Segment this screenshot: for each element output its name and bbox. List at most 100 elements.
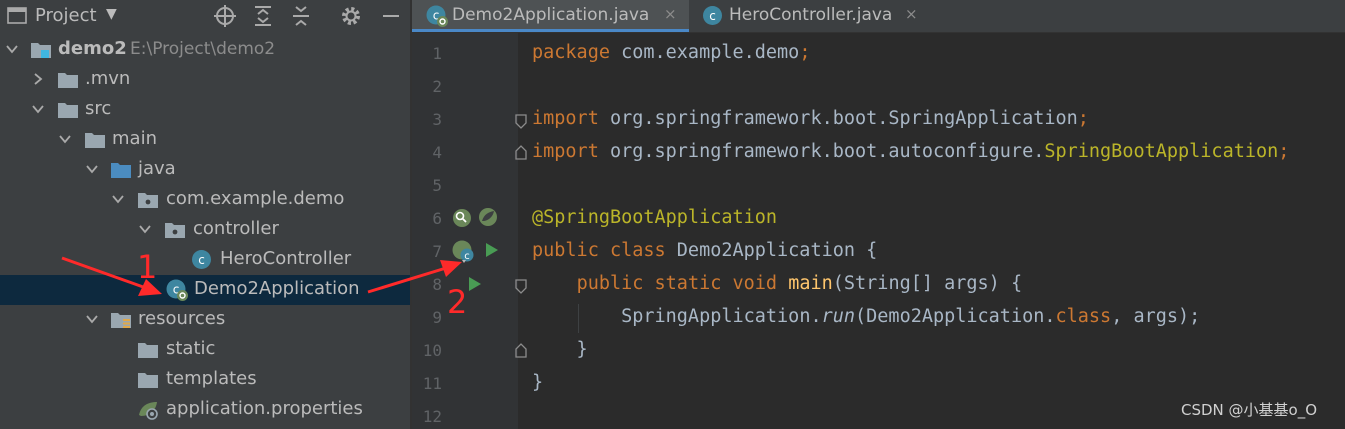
close-icon[interactable]: × (664, 5, 677, 23)
tree-item-label: src (85, 98, 112, 119)
spring-boot-class-icon: c (166, 279, 188, 301)
tree-item-label: main (112, 128, 157, 149)
keyword: public class (532, 240, 666, 261)
editor-tab-bar: c Demo2Application.java × c HeroControll… (412, 0, 1345, 33)
code-line-11[interactable]: } (532, 372, 543, 393)
tree-item-static[interactable]: static (0, 335, 410, 365)
line-number: 10 (422, 341, 442, 360)
keyword: import (532, 108, 599, 129)
fold-marker-icon[interactable] (514, 341, 528, 359)
tree-item-main[interactable]: main (0, 125, 410, 155)
java-class-icon: c (192, 250, 211, 269)
code-line-7[interactable]: public class Demo2Application { (532, 240, 877, 261)
chevron-down-icon[interactable] (84, 311, 100, 327)
code-text: org.springframework.boot.SpringApplicati… (598, 108, 1078, 129)
package-icon (165, 223, 185, 238)
tree-item-label: controller (193, 218, 279, 239)
chevron-right-icon[interactable] (30, 71, 46, 87)
fold-marker-icon[interactable] (514, 143, 528, 161)
project-panel-header: Project ▼ (0, 0, 410, 32)
tree-item-application-properties[interactable]: application.properties (0, 395, 410, 425)
resources-folder-icon (111, 313, 131, 328)
code-text: org.springframework.boot.autoconfigure. (598, 141, 1045, 162)
folder-icon (85, 133, 105, 148)
line-number: 5 (432, 176, 442, 195)
tab-label: Demo2Application.java (452, 5, 650, 25)
java-class-icon: c (703, 6, 722, 25)
code-line-8[interactable]: public static void main(String[] args) { (532, 273, 1023, 294)
fold-marker-icon[interactable] (514, 113, 528, 131)
close-icon[interactable]: × (905, 5, 918, 23)
spring-boot-class-icon[interactable]: c (451, 239, 475, 263)
tree-item-resources[interactable]: resources (0, 305, 410, 335)
spring-properties-icon (139, 402, 158, 420)
tree-item-mvn[interactable]: .mvn (0, 65, 410, 95)
chevron-down-icon[interactable] (57, 131, 73, 147)
tab-demo2-application[interactable]: c Demo2Application.java × (412, 0, 689, 32)
find-beans-icon[interactable] (451, 207, 473, 229)
minimize-icon[interactable] (378, 3, 404, 29)
gear-icon[interactable] (338, 3, 364, 29)
tree-item-label: static (166, 338, 216, 359)
code-text: Demo2Application { (665, 240, 878, 261)
collapse-all-icon[interactable] (288, 3, 314, 29)
tab-hero-controller[interactable]: c HeroController.java × (689, 0, 931, 32)
tree-item-hero-controller[interactable]: c HeroController (0, 245, 410, 275)
tree-item-controller[interactable]: controller (0, 215, 410, 245)
code-line-1[interactable]: package com.example.demo; (532, 42, 810, 63)
tree-item-src[interactable]: src (0, 95, 410, 125)
spring-boot-class-icon: c (426, 5, 448, 27)
tree-item-demo2-application[interactable]: c Demo2Application (0, 275, 410, 305)
locate-icon[interactable] (212, 3, 238, 29)
svg-text:c: c (198, 253, 205, 267)
chevron-down-icon[interactable] (30, 101, 46, 117)
method-call: run (821, 306, 856, 327)
source-folder-icon (111, 163, 131, 178)
keyword: import (532, 141, 599, 162)
spring-bean-icon[interactable] (477, 206, 499, 228)
code-text: com.example.demo (609, 42, 800, 63)
line-number: 2 (432, 77, 442, 96)
code-line-10[interactable]: } (532, 339, 588, 360)
expand-all-icon[interactable] (250, 3, 276, 29)
tree-item-label: .mvn (85, 68, 131, 89)
keyword: class (1055, 306, 1112, 327)
line-number: 3 (432, 110, 442, 129)
annotation: @SpringBootApplication (532, 207, 778, 228)
project-path: E:\Project\demo2 (130, 39, 276, 59)
project-view-icon (7, 7, 27, 24)
tree-item-templates[interactable]: templates (0, 365, 410, 395)
chevron-down-icon[interactable] (137, 221, 153, 237)
line-number: 6 (432, 209, 442, 228)
annotation-number-1: 1 (137, 248, 158, 286)
tree-item-label: Demo2Application (194, 278, 360, 299)
fold-marker-icon[interactable] (514, 278, 528, 296)
line-number: 4 (432, 143, 442, 162)
tree-item-demo2[interactable]: demo2 E:\Project\demo2 (0, 35, 410, 65)
run-icon[interactable] (467, 275, 483, 293)
folder-icon (138, 373, 158, 388)
code-line-4[interactable]: import org.springframework.boot.autoconf… (532, 141, 1289, 162)
chevron-down-icon[interactable] (84, 161, 100, 177)
tab-label: HeroController.java (729, 5, 893, 25)
line-number: 7 (432, 242, 442, 261)
line-number: 9 (432, 308, 442, 327)
chevron-down-icon[interactable] (110, 191, 126, 207)
code-line-3[interactable]: import org.springframework.boot.SpringAp… (532, 108, 1089, 129)
tree-item-label: java (138, 158, 176, 179)
chevron-down-icon[interactable]: ▼ (106, 6, 117, 22)
chevron-down-icon[interactable] (4, 41, 20, 57)
folder-icon (58, 73, 78, 88)
tree-item-label: application.properties (166, 398, 363, 419)
project-panel-title[interactable]: Project (35, 5, 97, 26)
tree-item-java[interactable]: java (0, 155, 410, 185)
code-line-9[interactable]: SpringApplication.run(Demo2Application.c… (532, 306, 1200, 327)
tree-item-package[interactable]: com.example.demo (0, 185, 410, 215)
run-icon[interactable] (484, 241, 500, 259)
module-folder-icon (31, 43, 51, 58)
line-number: 1 (432, 44, 442, 63)
code-line-6[interactable]: @SpringBootApplication (532, 207, 777, 228)
